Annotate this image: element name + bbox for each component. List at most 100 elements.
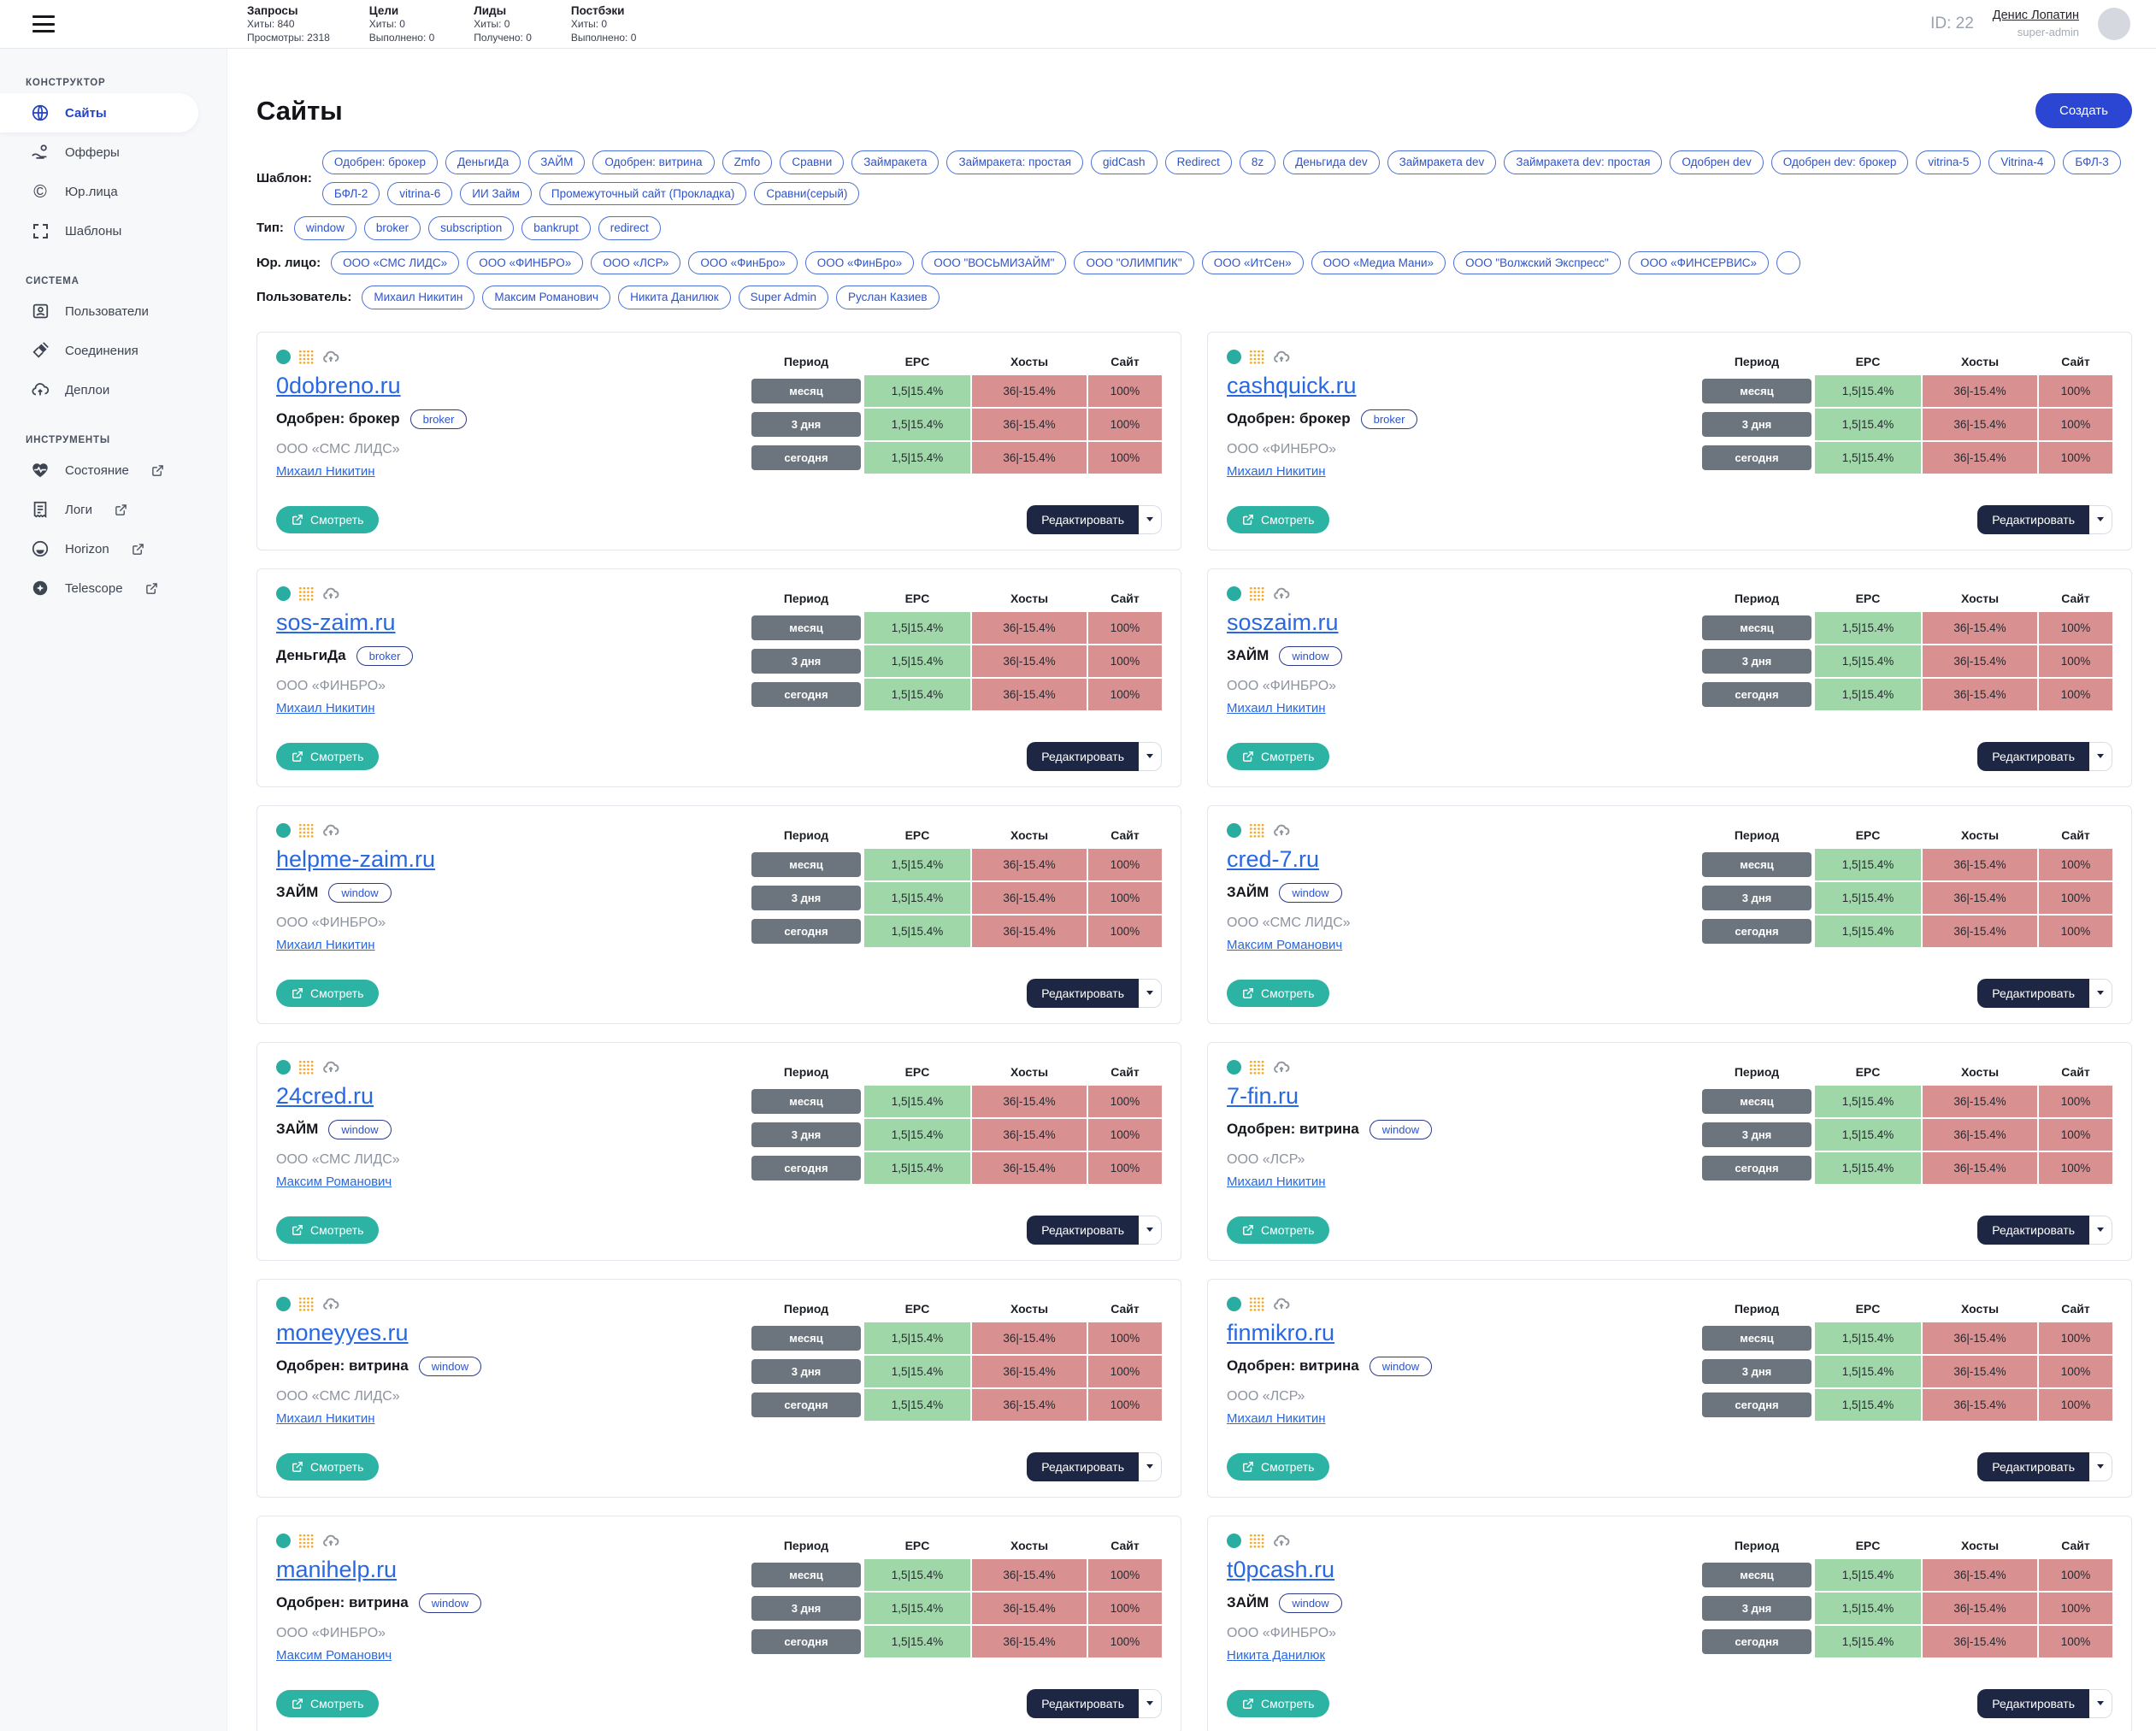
filter-pill[interactable]: ООО "Волжский Экспресс" — [1453, 251, 1621, 275]
period-today-button[interactable]: сегодня — [751, 1156, 861, 1180]
view-button[interactable]: Смотреть — [276, 743, 379, 770]
filter-pill[interactable]: БФЛ-2 — [322, 182, 380, 206]
period-3days-button[interactable]: 3 дня — [751, 886, 861, 910]
filter-pill[interactable]: Никита Данилюк — [618, 286, 731, 309]
period-month-button[interactable]: месяц — [751, 852, 861, 877]
period-3days-button[interactable]: 3 дня — [1702, 412, 1811, 437]
site-user-link[interactable]: Михаил Никитин — [1227, 1411, 1326, 1426]
edit-dropdown-caret[interactable] — [2089, 979, 2112, 1008]
edit-dropdown-caret[interactable] — [2089, 505, 2112, 534]
period-3days-button[interactable]: 3 дня — [1702, 1596, 1811, 1621]
period-today-button[interactable]: сегодня — [1702, 445, 1811, 470]
filter-pill[interactable]: gidCash — [1091, 150, 1158, 174]
view-button[interactable]: Смотреть — [1227, 1216, 1329, 1244]
period-3days-button[interactable]: 3 дня — [751, 1359, 861, 1384]
edit-button[interactable]: Редактировать — [1977, 1216, 2089, 1245]
filter-pill[interactable]: vitrina-5 — [1916, 150, 1981, 174]
edit-button[interactable]: Редактировать — [1027, 505, 1139, 534]
period-month-button[interactable]: месяц — [751, 1563, 861, 1587]
sidebar-item-templates[interactable]: Шаблоны — [0, 211, 227, 250]
period-3days-button[interactable]: 3 дня — [751, 1596, 861, 1621]
period-month-button[interactable]: месяц — [751, 615, 861, 640]
filter-pill[interactable]: Максим Романович — [482, 286, 610, 309]
site-domain-link[interactable]: 7-fin.ru — [1227, 1083, 1299, 1110]
filter-pill[interactable] — [1776, 251, 1800, 274]
view-button[interactable]: Смотреть — [276, 506, 379, 533]
period-today-button[interactable]: сегодня — [751, 1392, 861, 1417]
filter-pill[interactable]: Одобрен dev: брокер — [1771, 150, 1909, 174]
filter-pill[interactable]: Займракета dev — [1387, 150, 1497, 174]
current-user-link[interactable]: Денис Лопатин — [1993, 8, 2079, 25]
site-user-link[interactable]: Михаил Никитин — [276, 701, 375, 715]
edit-button[interactable]: Редактировать — [1977, 979, 2089, 1008]
filter-pill[interactable]: Super Admin — [739, 286, 828, 309]
edit-dropdown-caret[interactable] — [1139, 1689, 1162, 1718]
view-button[interactable]: Смотреть — [1227, 1690, 1329, 1717]
edit-dropdown-caret[interactable] — [2089, 1216, 2112, 1245]
period-3days-button[interactable]: 3 дня — [1702, 649, 1811, 674]
period-today-button[interactable]: сегодня — [751, 682, 861, 707]
filter-pill[interactable]: ООО "ОЛИМПИК" — [1074, 251, 1193, 275]
site-user-link[interactable]: Никита Данилюк — [1227, 1648, 1325, 1663]
period-today-button[interactable]: сегодня — [751, 445, 861, 470]
sidebar-item-users[interactable]: Пользователи — [0, 291, 227, 331]
hamburger-menu-button[interactable] — [32, 15, 55, 32]
site-domain-link[interactable]: helpme-zaim.ru — [276, 846, 435, 873]
filter-pill[interactable]: ООО «ФИНБРО» — [467, 251, 583, 275]
period-today-button[interactable]: сегодня — [1702, 682, 1811, 707]
edit-dropdown-caret[interactable] — [1139, 742, 1162, 771]
period-month-button[interactable]: месяц — [1702, 379, 1811, 403]
site-user-link[interactable]: Максим Романович — [276, 1175, 392, 1189]
site-user-link[interactable]: Максим Романович — [1227, 938, 1342, 952]
filter-pill[interactable]: Сравни — [780, 150, 844, 174]
view-button[interactable]: Смотреть — [276, 1690, 379, 1717]
edit-dropdown-caret[interactable] — [1139, 1452, 1162, 1481]
period-month-button[interactable]: месяц — [751, 1089, 861, 1114]
filter-pill[interactable]: ООО «ФИНСЕРВИС» — [1629, 251, 1769, 275]
site-user-link[interactable]: Михаил Никитин — [276, 938, 375, 952]
period-3days-button[interactable]: 3 дня — [751, 412, 861, 437]
filter-pill[interactable]: ООО «Медиа Мани» — [1311, 251, 1446, 275]
period-today-button[interactable]: сегодня — [1702, 919, 1811, 944]
filter-pill[interactable]: Займракета: простая — [946, 150, 1083, 174]
site-domain-link[interactable]: soszaim.ru — [1227, 609, 1339, 636]
edit-button[interactable]: Редактировать — [1027, 1689, 1139, 1718]
edit-button[interactable]: Редактировать — [1027, 979, 1139, 1008]
period-3days-button[interactable]: 3 дня — [751, 1122, 861, 1147]
filter-pill[interactable]: ИИ Займ — [460, 182, 532, 206]
edit-button[interactable]: Редактировать — [1977, 1689, 2089, 1718]
period-today-button[interactable]: сегодня — [1702, 1156, 1811, 1180]
sidebar-item-deploys[interactable]: Деплои — [0, 370, 227, 409]
filter-pill[interactable]: Руслан Казиев — [836, 286, 940, 309]
edit-dropdown-caret[interactable] — [1139, 505, 1162, 534]
site-user-link[interactable]: Михаил Никитин — [1227, 464, 1326, 479]
site-domain-link[interactable]: cashquick.ru — [1227, 373, 1357, 399]
edit-button[interactable]: Редактировать — [1977, 1452, 2089, 1481]
period-today-button[interactable]: сегодня — [751, 1629, 861, 1654]
edit-dropdown-caret[interactable] — [1139, 979, 1162, 1008]
edit-button[interactable]: Редактировать — [1027, 742, 1139, 771]
filter-pill[interactable]: subscription — [428, 216, 514, 240]
site-user-link[interactable]: Михаил Никитин — [276, 464, 375, 479]
filter-pill[interactable]: Redirect — [1165, 150, 1232, 174]
period-today-button[interactable]: сегодня — [751, 919, 861, 944]
site-domain-link[interactable]: t0pcash.ru — [1227, 1557, 1334, 1583]
site-user-link[interactable]: Михаил Никитин — [276, 1411, 375, 1426]
view-button[interactable]: Смотреть — [276, 980, 379, 1007]
period-month-button[interactable]: месяц — [751, 1326, 861, 1351]
filter-pill[interactable]: Сравни(серый) — [754, 182, 859, 206]
period-3days-button[interactable]: 3 дня — [1702, 1122, 1811, 1147]
filter-pill[interactable]: ООО «ЛСР» — [591, 251, 680, 275]
filter-pill[interactable]: redirect — [598, 216, 661, 240]
site-domain-link[interactable]: manihelp.ru — [276, 1557, 397, 1583]
filter-pill[interactable]: Vitrina-4 — [1988, 150, 2055, 174]
view-button[interactable]: Смотреть — [1227, 743, 1329, 770]
site-domain-link[interactable]: sos-zaim.ru — [276, 609, 396, 636]
edit-dropdown-caret[interactable] — [2089, 742, 2112, 771]
filter-pill[interactable]: Деньгида dev — [1283, 150, 1380, 174]
period-month-button[interactable]: месяц — [1702, 615, 1811, 640]
site-user-link[interactable]: Михаил Никитин — [1227, 1175, 1326, 1189]
site-domain-link[interactable]: finmikro.ru — [1227, 1320, 1334, 1346]
filter-pill[interactable]: ООО «ФинБро» — [688, 251, 797, 275]
edit-button[interactable]: Редактировать — [1977, 742, 2089, 771]
